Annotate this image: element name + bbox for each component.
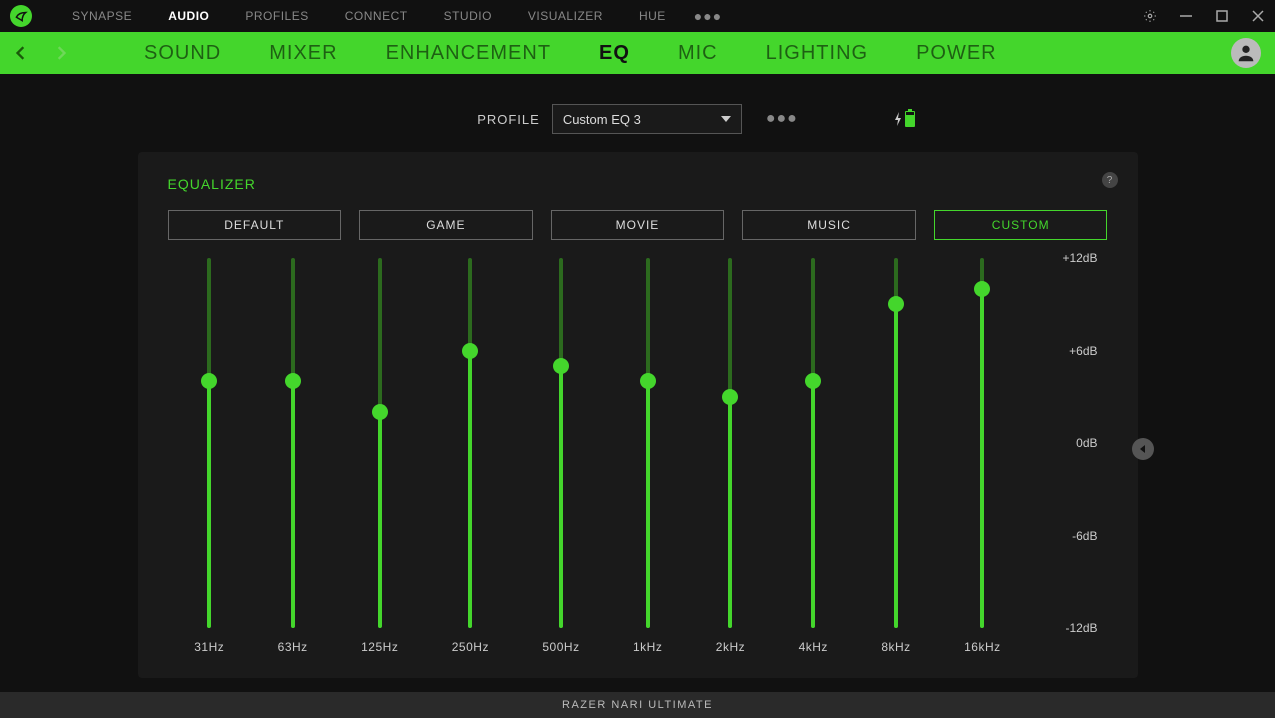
profile-row: PROFILE Custom EQ 3 ●●● bbox=[0, 74, 1275, 152]
preset-movie[interactable]: MOVIE bbox=[551, 210, 725, 240]
slider-track[interactable] bbox=[894, 258, 898, 628]
battery-icon bbox=[905, 111, 915, 127]
nav-back-icon[interactable] bbox=[14, 46, 28, 60]
top-tab-hue[interactable]: HUE bbox=[639, 9, 666, 23]
slider-track[interactable] bbox=[646, 258, 650, 628]
eq-band-2kHz: 2kHz bbox=[716, 258, 745, 658]
slider-track[interactable] bbox=[291, 258, 295, 628]
freq-label: 63Hz bbox=[278, 640, 308, 654]
slider-track[interactable] bbox=[207, 258, 211, 628]
chevron-down-icon bbox=[721, 116, 731, 122]
slider-thumb[interactable] bbox=[888, 296, 904, 312]
sub-tab-eq[interactable]: EQ bbox=[599, 42, 630, 65]
freq-label: 125Hz bbox=[361, 640, 398, 654]
sub-tabs: SOUND MIXER ENHANCEMENT EQ MIC LIGHTING POWER bbox=[144, 42, 997, 65]
slider-track[interactable] bbox=[378, 258, 382, 628]
sub-tab-power[interactable]: POWER bbox=[916, 42, 997, 65]
slider-track[interactable] bbox=[728, 258, 732, 628]
charging-icon bbox=[893, 112, 903, 126]
panel-title: EQUALIZER bbox=[168, 176, 1108, 192]
top-tab-studio[interactable]: STUDIO bbox=[444, 9, 492, 23]
preset-game[interactable]: GAME bbox=[359, 210, 533, 240]
slider-thumb[interactable] bbox=[640, 373, 656, 389]
eq-band-31Hz: 31Hz bbox=[194, 258, 224, 658]
title-bar: SYNAPSE AUDIO PROFILES CONNECT STUDIO VISUALI… bbox=[0, 0, 1275, 32]
maximize-button[interactable] bbox=[1215, 9, 1229, 23]
top-tab-profiles[interactable]: PROFILES bbox=[245, 9, 308, 23]
eq-area: 31Hz 63Hz 125Hz 250Hz 500Hz 1kHz 2kHz 4kHz 8kHz 1… bbox=[168, 258, 1108, 658]
profile-more-icon[interactable]: ●●● bbox=[766, 110, 798, 128]
eq-band-4kHz: 4kHz bbox=[799, 258, 828, 658]
eq-band-250Hz: 250Hz bbox=[452, 258, 489, 658]
top-tabs: SYNAPSE AUDIO PROFILES CONNECT STUDIO VISUALI… bbox=[72, 9, 666, 23]
top-tab-audio[interactable]: AUDIO bbox=[168, 9, 209, 23]
eq-band-16kHz: 16kHz bbox=[964, 258, 1001, 658]
preset-music[interactable]: MUSIC bbox=[742, 210, 916, 240]
preset-default[interactable]: DEFAULT bbox=[168, 210, 342, 240]
freq-label: 250Hz bbox=[452, 640, 489, 654]
slider-thumb[interactable] bbox=[201, 373, 217, 389]
minimize-button[interactable] bbox=[1179, 9, 1193, 23]
freq-label: 8kHz bbox=[881, 640, 910, 654]
scale-label: +12dB bbox=[1062, 251, 1097, 265]
sub-nav: SOUND MIXER ENHANCEMENT EQ MIC LIGHTING POWER bbox=[0, 32, 1275, 74]
top-tab-connect[interactable]: CONNECT bbox=[345, 9, 408, 23]
sub-tab-enhancement[interactable]: ENHANCEMENT bbox=[386, 42, 551, 65]
footer-device-name: RAZER NARI ULTIMATE bbox=[0, 692, 1275, 718]
freq-label: 2kHz bbox=[716, 640, 745, 654]
settings-icon[interactable] bbox=[1143, 9, 1157, 23]
slider-thumb[interactable] bbox=[285, 373, 301, 389]
profile-value: Custom EQ 3 bbox=[563, 112, 641, 127]
freq-label: 500Hz bbox=[542, 640, 579, 654]
eq-scale: +12dB+6dB0dB-6dB-12dB bbox=[1028, 258, 1108, 628]
eq-sliders: 31Hz 63Hz 125Hz 250Hz 500Hz 1kHz 2kHz 4kHz 8kHz 1… bbox=[168, 258, 1028, 658]
scale-label: -12dB bbox=[1065, 621, 1097, 635]
sub-tab-sound[interactable]: SOUND bbox=[144, 42, 221, 65]
scale-label: +6dB bbox=[1069, 344, 1097, 358]
eq-band-125Hz: 125Hz bbox=[361, 258, 398, 658]
top-tab-synapse[interactable]: SYNAPSE bbox=[72, 9, 132, 23]
slider-thumb[interactable] bbox=[805, 373, 821, 389]
freq-label: 4kHz bbox=[799, 640, 828, 654]
eq-band-63Hz: 63Hz bbox=[278, 258, 308, 658]
app-logo bbox=[10, 5, 32, 27]
freq-label: 16kHz bbox=[964, 640, 1001, 654]
nav-forward-icon[interactable] bbox=[54, 46, 68, 60]
battery-indicator bbox=[893, 111, 915, 127]
freq-label: 1kHz bbox=[633, 640, 662, 654]
scale-label: 0dB bbox=[1076, 436, 1097, 450]
slider-thumb[interactable] bbox=[722, 389, 738, 405]
slider-track[interactable] bbox=[980, 258, 984, 628]
collapse-button[interactable] bbox=[1132, 438, 1154, 460]
sub-tab-mixer[interactable]: MIXER bbox=[269, 42, 337, 65]
eq-band-500Hz: 500Hz bbox=[542, 258, 579, 658]
top-tab-visualizer[interactable]: VISUALIZER bbox=[528, 9, 603, 23]
profile-label: PROFILE bbox=[477, 112, 540, 127]
eq-band-1kHz: 1kHz bbox=[633, 258, 662, 658]
slider-track[interactable] bbox=[811, 258, 815, 628]
sub-tab-mic[interactable]: MIC bbox=[678, 42, 718, 65]
slider-thumb[interactable] bbox=[462, 343, 478, 359]
slider-track[interactable] bbox=[468, 258, 472, 628]
equalizer-panel: ? EQUALIZER DEFAULTGAMEMOVIEMUSICCUSTOM … bbox=[138, 152, 1138, 678]
slider-thumb[interactable] bbox=[372, 404, 388, 420]
preset-row: DEFAULT GAME MOVIE MUSIC CUSTOM bbox=[168, 210, 1108, 240]
help-icon[interactable]: ? bbox=[1102, 172, 1118, 188]
slider-thumb[interactable] bbox=[553, 358, 569, 374]
profile-select[interactable]: Custom EQ 3 bbox=[552, 104, 742, 134]
eq-band-8kHz: 8kHz bbox=[881, 258, 910, 658]
slider-track[interactable] bbox=[559, 258, 563, 628]
user-avatar[interactable] bbox=[1231, 38, 1261, 68]
slider-thumb[interactable] bbox=[974, 281, 990, 297]
freq-label: 31Hz bbox=[194, 640, 224, 654]
preset-custom[interactable]: CUSTOM bbox=[934, 210, 1108, 240]
sub-tab-lighting[interactable]: LIGHTING bbox=[766, 42, 868, 65]
scale-label: -6dB bbox=[1072, 529, 1097, 543]
close-button[interactable] bbox=[1251, 9, 1265, 23]
top-more-icon[interactable]: ●●● bbox=[694, 8, 722, 24]
